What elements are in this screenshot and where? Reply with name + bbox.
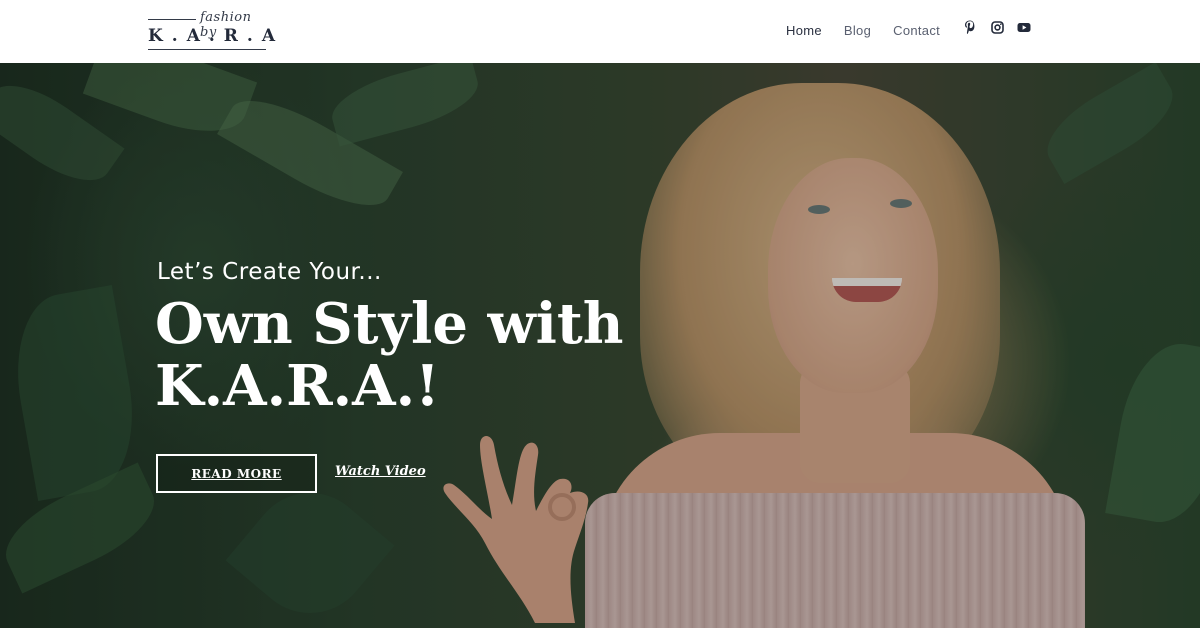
- logo-divider-bottom: [148, 49, 266, 50]
- pinterest-icon[interactable]: [963, 20, 977, 34]
- watch-video-link[interactable]: Watch Video: [335, 464, 426, 479]
- nav-home-link[interactable]: Home: [786, 23, 822, 38]
- instagram-icon[interactable]: [990, 20, 1004, 34]
- youtube-icon[interactable]: [1017, 20, 1031, 34]
- main-nav: Home Blog Contact: [786, 23, 940, 38]
- logo-divider-top: [148, 19, 196, 20]
- nav-blog-link[interactable]: Blog: [844, 23, 871, 38]
- site-header: fashion by K.A.R.A Home Blog Contact: [0, 0, 1200, 63]
- hero-title: Own Style with K.A.R.A.!: [155, 291, 624, 419]
- read-more-button[interactable]: READ MORE: [156, 454, 317, 493]
- hero-banner: Let’s Create Your... Own Style with K.A.…: [0, 63, 1200, 628]
- social-links: [963, 20, 1031, 34]
- nav-contact-link[interactable]: Contact: [893, 23, 940, 38]
- logo-wordmark: K.A.R.A: [148, 26, 285, 46]
- hero-subtitle: Let’s Create Your...: [157, 259, 382, 285]
- site-logo[interactable]: fashion by K.A.R.A: [148, 10, 275, 52]
